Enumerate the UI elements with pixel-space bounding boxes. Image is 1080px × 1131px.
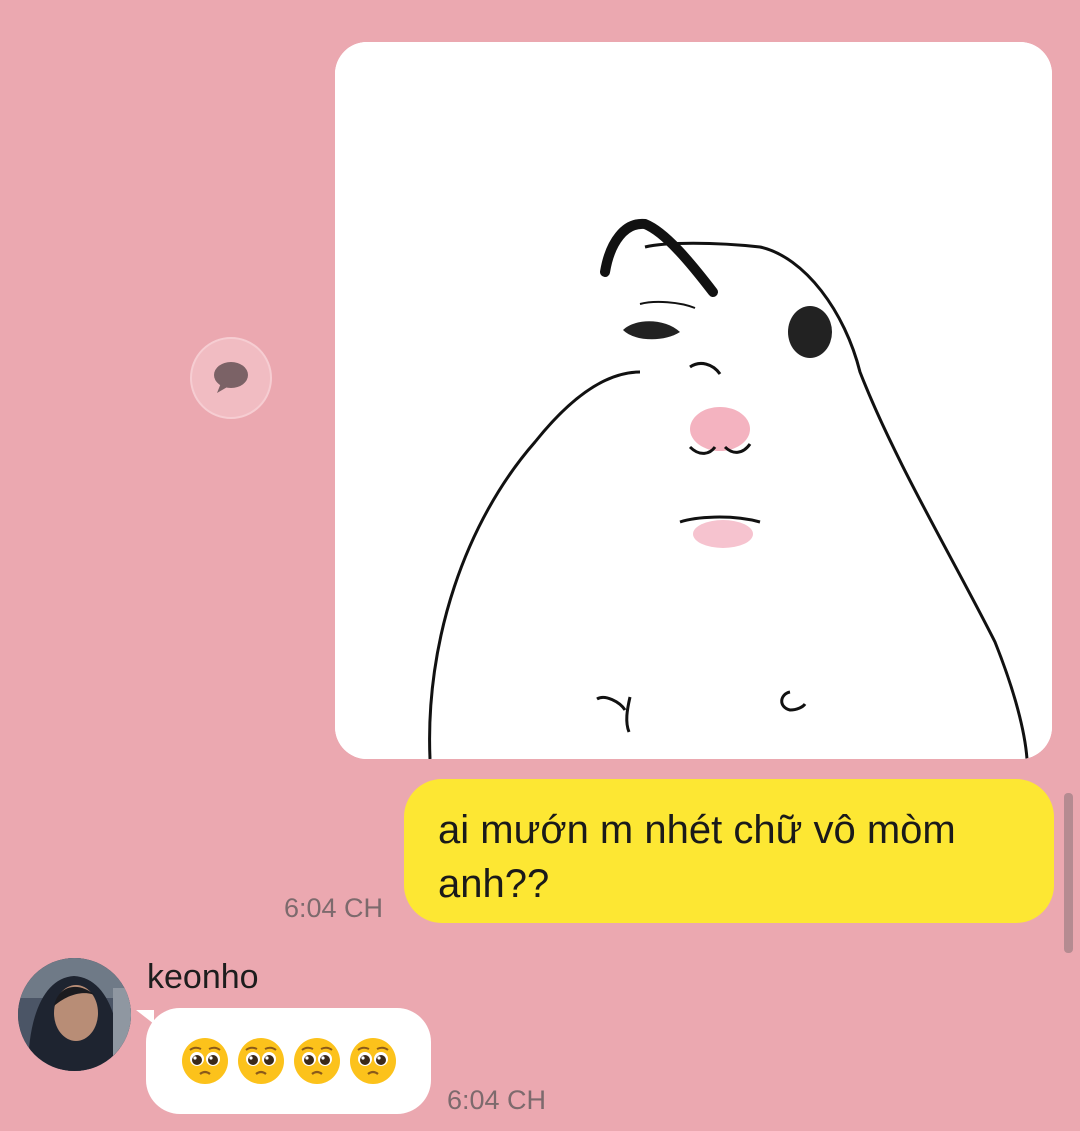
- meme-face-drawing: [335, 42, 1052, 759]
- received-message-time: 6:04 CH: [447, 1085, 547, 1115]
- sender-name: keonho: [147, 958, 259, 996]
- pleading-face-icon: [181, 1038, 228, 1084]
- received-message-bubble[interactable]: [146, 1008, 431, 1114]
- reply-button[interactable]: [190, 337, 272, 419]
- sent-message-time: 6:04 CH: [284, 893, 384, 923]
- speech-bubble-icon: [214, 362, 248, 393]
- sent-message-bubble[interactable]: ai mướn m nhét chữ vô mòm anh??: [404, 779, 1054, 923]
- sent-message-text: ai mướn m nhét chữ vô mòm anh??: [438, 808, 956, 906]
- avatar-photo: [18, 958, 131, 1071]
- pleading-face-icon: [293, 1038, 340, 1084]
- sent-image-sticker[interactable]: [335, 42, 1052, 759]
- pleading-face-icon: [237, 1038, 284, 1084]
- scrollbar[interactable]: [1064, 793, 1073, 953]
- pleading-face-icon: [349, 1038, 396, 1084]
- avatar[interactable]: [18, 958, 131, 1071]
